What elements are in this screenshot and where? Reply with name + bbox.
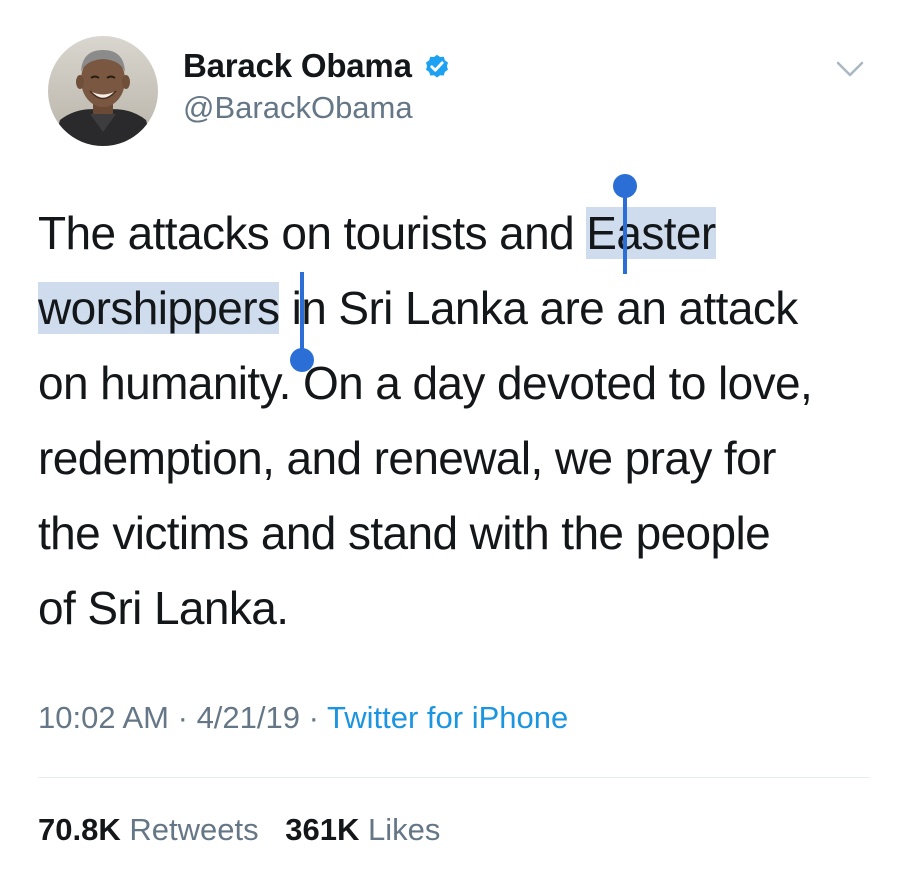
user-handle[interactable]: @BarackObama xyxy=(183,90,452,126)
tweet-text-line: worshippers in Sri Lanka are an attack xyxy=(38,271,878,346)
likes-stat[interactable]: 361K Likes xyxy=(285,812,440,848)
divider xyxy=(38,777,870,778)
selection-end-handle[interactable] xyxy=(290,272,314,372)
retweets-label: Retweets xyxy=(129,812,259,847)
meta-separator: · xyxy=(308,700,319,735)
tweet-source-link[interactable]: Twitter for iPhone xyxy=(327,700,568,735)
meta-separator: · xyxy=(177,700,188,735)
avatar-photo-icon xyxy=(48,36,158,146)
tweet-time: 10:02 AM xyxy=(38,700,169,735)
chevron-down-icon[interactable] xyxy=(836,60,864,78)
text-selection[interactable]: worshippers xyxy=(38,282,280,334)
selection-start-handle[interactable] xyxy=(613,174,637,274)
tweet-text-line: redemption, and renewal, we pray for xyxy=(38,421,878,496)
retweets-stat[interactable]: 70.8K Retweets xyxy=(38,812,259,848)
likes-count: 361K xyxy=(285,812,360,847)
text-selection[interactable]: Easter xyxy=(586,207,716,259)
tweet-date: 4/21/19 xyxy=(196,700,300,735)
tweet-text-line: of Sri Lanka. xyxy=(38,571,878,646)
tweet-stats: 70.8K Retweets 361K Likes xyxy=(38,812,440,848)
text-segment: redemption, and renewal, we pray for xyxy=(38,432,776,484)
text-segment: on humanity. On a day devoted to love, xyxy=(38,357,813,409)
name-row: Barack Obama xyxy=(183,44,452,88)
tweet-text[interactable]: The attacks on tourists and Easter worsh… xyxy=(38,196,878,646)
retweets-count: 70.8K xyxy=(38,812,121,847)
avatar[interactable] xyxy=(48,36,158,146)
text-segment: The attacks on tourists and xyxy=(38,207,587,259)
text-segment: in Sri Lanka are an attack xyxy=(279,282,799,334)
tweet-text-line: The attacks on tourists and Easter xyxy=(38,196,878,271)
text-segment: of Sri Lanka. xyxy=(38,582,289,634)
tweet-metadata: 10:02 AM · 4/21/19 · Twitter for iPhone xyxy=(38,700,568,736)
tweet-detail: Barack Obama @BarackObama The attacks on… xyxy=(0,0,900,882)
text-segment: the victims and stand with the people xyxy=(38,507,771,559)
tweet-text-line: on humanity. On a day devoted to love, xyxy=(38,346,878,421)
author-info[interactable]: Barack Obama @BarackObama xyxy=(183,44,452,126)
tweet-text-line: the victims and stand with the people xyxy=(38,496,878,571)
likes-label: Likes xyxy=(367,812,441,847)
verified-badge-icon xyxy=(422,51,452,81)
display-name[interactable]: Barack Obama xyxy=(183,47,412,85)
